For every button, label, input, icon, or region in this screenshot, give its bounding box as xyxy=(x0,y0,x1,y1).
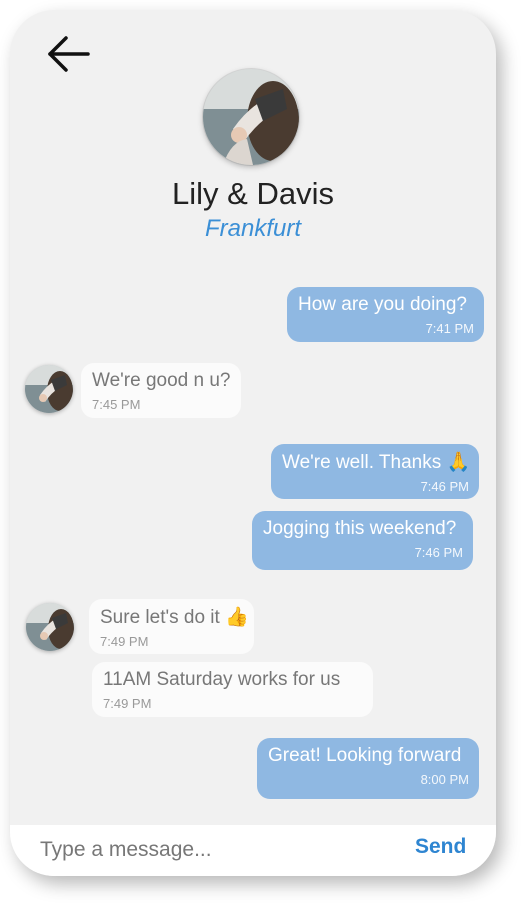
chat-screen: Lily & Davis Frankfurt How are you doing… xyxy=(10,10,496,876)
back-button[interactable] xyxy=(44,34,92,74)
message-text: How are you doing? xyxy=(298,294,467,315)
folded-hands-icon: 🙏 xyxy=(446,451,471,473)
outgoing-message[interactable]: How are you doing? 7:41 PM xyxy=(287,287,484,342)
message-text: Great! Looking forward xyxy=(268,745,462,766)
message-time: 7:49 PM xyxy=(103,696,152,711)
thumbs-up-icon: 👍 xyxy=(225,606,249,628)
message-input[interactable] xyxy=(40,835,400,865)
message-time: 7:45 PM xyxy=(92,397,141,412)
sender-avatar[interactable] xyxy=(26,603,74,651)
incoming-message[interactable]: Sure let's do it 👍 7:49 PM xyxy=(89,599,254,654)
message-text-body: Sure let's do it xyxy=(100,607,226,628)
incoming-message[interactable]: We're good n u? 7:45 PM xyxy=(81,363,241,418)
message-text: Sure let's do it 👍 xyxy=(100,606,249,629)
contact-photo-icon xyxy=(203,69,299,165)
contact-photo-icon xyxy=(25,365,73,413)
contact-avatar[interactable] xyxy=(203,69,299,165)
message-text: 11AM Saturday works for us xyxy=(103,669,341,690)
send-button[interactable]: Send xyxy=(415,835,466,859)
contact-location: Frankfurt xyxy=(204,215,302,242)
contact-name: Lily & Davis xyxy=(172,176,334,211)
incoming-message[interactable]: 11AM Saturday works for us 7:49 PM xyxy=(92,662,373,717)
message-text: We're good n u? xyxy=(92,370,231,391)
message-text: Jogging this weekend? xyxy=(263,518,457,539)
outgoing-message[interactable]: Great! Looking forward 8:00 PM xyxy=(257,738,479,799)
arrow-left-icon xyxy=(48,36,90,72)
message-composer: Send xyxy=(10,825,496,876)
message-time: 7:46 PM xyxy=(420,479,469,494)
outgoing-message[interactable]: We're well. Thanks 🙏 7:46 PM xyxy=(271,444,479,499)
sender-avatar[interactable] xyxy=(25,365,73,413)
contact-photo-icon xyxy=(26,603,74,651)
message-time: 7:49 PM xyxy=(100,634,149,649)
message-text-body: We're well. Thanks xyxy=(282,452,447,473)
outgoing-message[interactable]: Jogging this weekend? 7:46 PM xyxy=(252,511,473,570)
message-time: 8:00 PM xyxy=(420,772,469,787)
message-time: 7:41 PM xyxy=(425,321,474,336)
message-time: 7:46 PM xyxy=(414,545,463,560)
message-text: We're well. Thanks 🙏 xyxy=(282,451,471,474)
